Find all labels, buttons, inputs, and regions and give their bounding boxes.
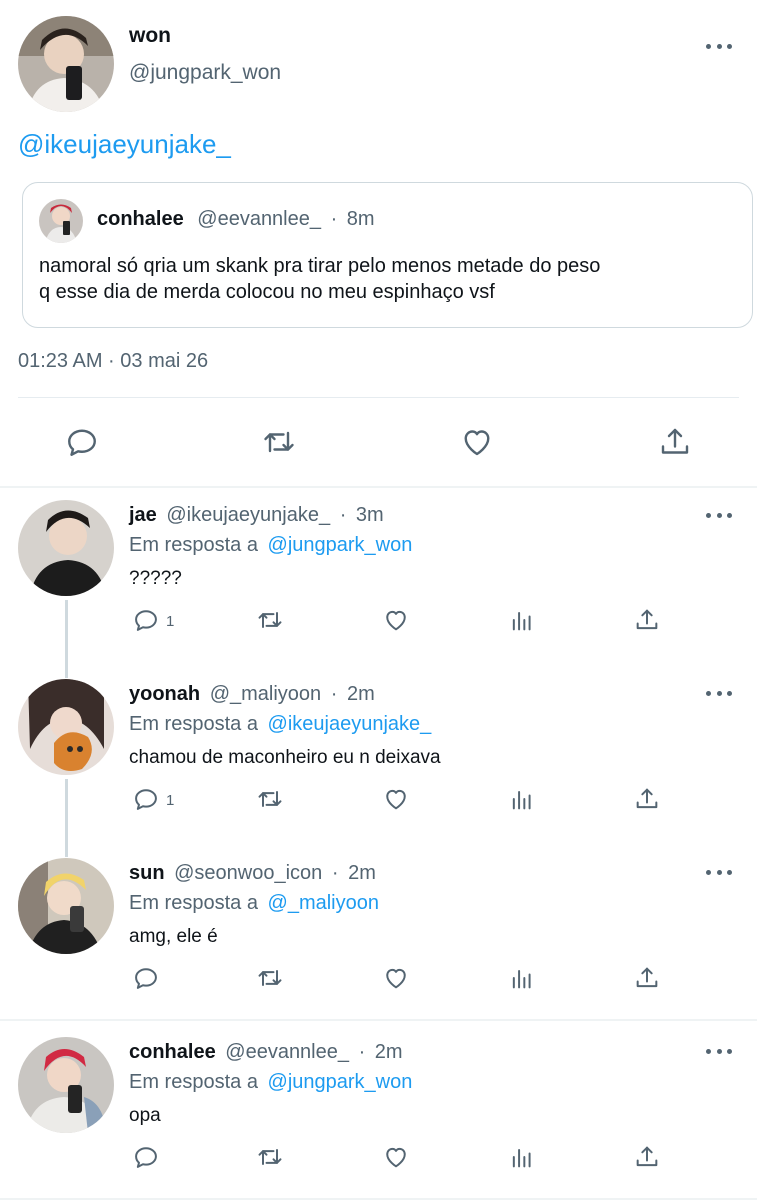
retweet-icon[interactable]: [256, 785, 284, 813]
replying-to-link[interactable]: @_maliyoon: [268, 892, 379, 914]
section-divider: [0, 1019, 757, 1021]
avatar[interactable]: [18, 679, 114, 775]
reply-header: sun @seonwoo_icon · 2m: [129, 862, 376, 885]
views-icon[interactable]: [508, 785, 536, 813]
replying-to-link[interactable]: @jungpark_won: [268, 1071, 413, 1093]
tweet-timestamp[interactable]: 01:23 AM · 03 mai 26: [18, 350, 208, 373]
quoted-time: 8m: [346, 208, 375, 230]
reply-text: opa: [129, 1105, 161, 1126]
author-handle[interactable]: @_maliyoon: [210, 683, 321, 705]
replying-prefix: Em resposta a: [129, 713, 258, 735]
avatar[interactable]: [18, 1037, 114, 1133]
quoted-tweet[interactable]: namoral só qria um skank pra tirar pelo …: [22, 182, 753, 328]
like-icon[interactable]: [382, 1143, 410, 1171]
quoted-text-line: namoral só qria um skank pra tirar pelo …: [39, 255, 601, 277]
author-name[interactable]: jae: [129, 504, 157, 526]
share-icon[interactable]: [633, 1143, 661, 1171]
share-icon[interactable]: [657, 424, 693, 460]
more-icon[interactable]: [706, 42, 732, 50]
reply-icon[interactable]: [132, 1143, 160, 1171]
replying-prefix: Em resposta a: [129, 534, 258, 556]
avatar-image: [18, 1037, 114, 1133]
reply-time[interactable]: 2m: [348, 862, 376, 884]
author-name[interactable]: conhalee: [129, 1041, 216, 1063]
reply-text: chamou de maconheiro eu n deixava: [129, 747, 441, 768]
avatar-image: [39, 199, 83, 243]
reply-icon[interactable]: [132, 785, 160, 813]
like-icon[interactable]: [459, 424, 495, 460]
author-name[interactable]: sun: [129, 862, 165, 884]
reply-header: jae @ikeujaeyunjake_ · 3m: [129, 504, 384, 527]
reply-text: amg, ele é: [129, 926, 218, 947]
replying-to: Em resposta a @jungpark_won: [129, 1071, 412, 1094]
reply-icon[interactable]: [64, 424, 100, 460]
tweet-text[interactable]: @ikeujaeyunjake_: [18, 129, 231, 160]
replying-to-link[interactable]: @ikeujaeyunjake_: [268, 713, 432, 735]
quoted-tweet-text: namoral só qria um skank pra tirar pelo …: [39, 253, 729, 305]
replying-to: Em resposta a @jungpark_won: [129, 534, 412, 557]
replying-prefix: Em resposta a: [129, 1071, 258, 1093]
reply-tweet[interactable]: conhalee @eevannlee_ · 2m Em resposta a …: [0, 1025, 757, 1200]
share-icon[interactable]: [633, 785, 661, 813]
quoted-author-handle: @eevannlee_: [197, 208, 321, 230]
author-handle[interactable]: @seonwoo_icon: [174, 862, 322, 884]
author-name[interactable]: yoonah: [129, 683, 200, 705]
reply-header: conhalee @eevannlee_ · 2m: [129, 1041, 403, 1064]
quoted-text-line: q esse dia de merda colocou no meu espin…: [39, 281, 495, 303]
divider: [18, 397, 739, 398]
reply-time[interactable]: 2m: [375, 1041, 403, 1063]
retweet-icon[interactable]: [256, 1143, 284, 1171]
avatar[interactable]: [18, 16, 114, 112]
avatar: [39, 199, 83, 243]
more-icon[interactable]: [706, 1047, 732, 1055]
author-handle[interactable]: @eevannlee_: [225, 1041, 349, 1063]
separator: ·: [339, 504, 347, 526]
like-icon[interactable]: [382, 606, 410, 634]
avatar-image: [18, 858, 114, 954]
separator: ·: [330, 683, 338, 705]
reply-icon[interactable]: [132, 606, 160, 634]
quoted-author-name: conhalee: [97, 208, 184, 230]
reply-time[interactable]: 2m: [347, 683, 375, 705]
quoted-tweet-header: conhalee @eevannlee_ · 8m: [97, 208, 375, 231]
reply-count: 1: [166, 792, 175, 809]
reply-icon[interactable]: [132, 964, 160, 992]
share-icon[interactable]: [633, 606, 661, 634]
like-icon[interactable]: [382, 785, 410, 813]
reply-tweet[interactable]: yoonah @_maliyoon · 2m Em resposta a @ik…: [0, 667, 757, 845]
avatar[interactable]: [18, 858, 114, 954]
replying-to: Em resposta a @ikeujaeyunjake_: [129, 713, 431, 736]
replying-to-link[interactable]: @jungpark_won: [268, 534, 413, 556]
author-handle[interactable]: @jungpark_won: [129, 61, 281, 85]
reply-header: yoonah @_maliyoon · 2m: [129, 683, 375, 706]
more-icon[interactable]: [706, 868, 732, 876]
reply-tweet[interactable]: sun @seonwoo_icon · 2m Em resposta a @_m…: [0, 846, 757, 1024]
replying-prefix: Em resposta a: [129, 892, 258, 914]
main-tweet: won @jungpark_won @ikeujaeyunjake_ namor…: [0, 0, 757, 487]
replying-to: Em resposta a @_maliyoon: [129, 892, 379, 915]
more-icon[interactable]: [706, 689, 732, 697]
separator: ·: [330, 208, 338, 230]
views-icon[interactable]: [508, 606, 536, 634]
separator: ·: [358, 1041, 366, 1063]
avatar-image: [18, 679, 114, 775]
share-icon[interactable]: [633, 964, 661, 992]
avatar-image: [18, 16, 114, 112]
retweet-icon[interactable]: [256, 964, 284, 992]
reply-tweet[interactable]: jae @ikeujaeyunjake_ · 3m Em resposta a …: [0, 488, 757, 666]
retweet-icon[interactable]: [256, 606, 284, 634]
views-icon[interactable]: [508, 1143, 536, 1171]
more-icon[interactable]: [706, 511, 732, 519]
separator: ·: [331, 862, 339, 884]
reply-text: ?????: [129, 568, 182, 589]
avatar-image: [18, 500, 114, 596]
reply-time[interactable]: 3m: [356, 504, 384, 526]
author-name[interactable]: won: [129, 24, 171, 48]
like-icon[interactable]: [382, 964, 410, 992]
avatar[interactable]: [18, 500, 114, 596]
views-icon[interactable]: [508, 964, 536, 992]
author-handle[interactable]: @ikeujaeyunjake_: [166, 504, 330, 526]
retweet-icon[interactable]: [261, 424, 297, 460]
reply-count: 1: [166, 613, 175, 630]
